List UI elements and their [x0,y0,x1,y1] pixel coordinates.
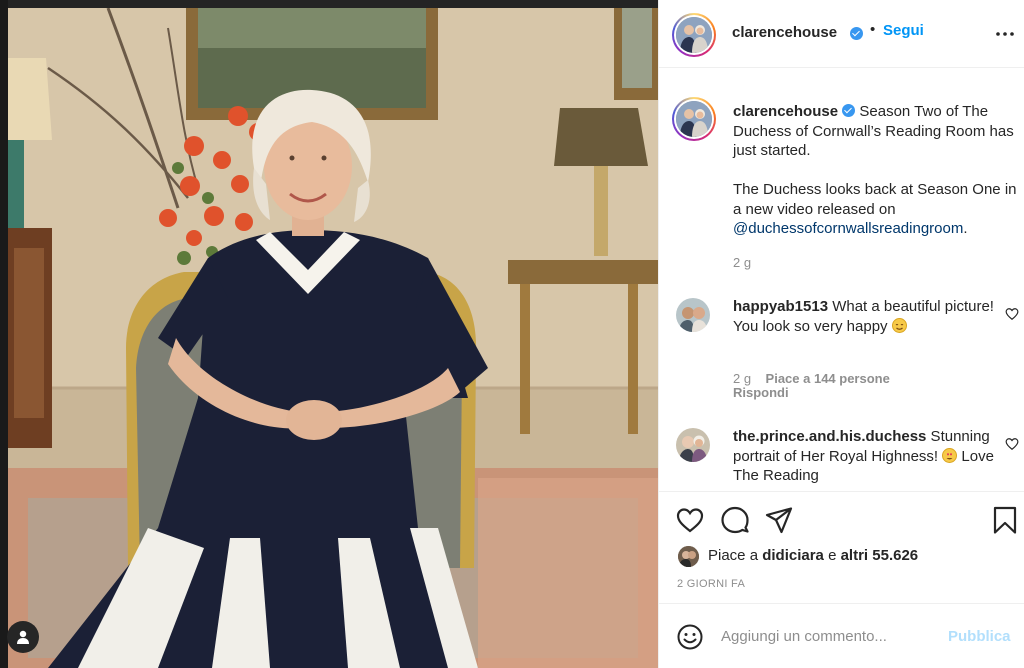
actions-divider [659,491,1024,492]
comment-time: 2 g [733,371,752,386]
left-edge [0,0,8,668]
caption-username[interactable]: clarencehouse [733,103,838,120]
verified-badge-icon [842,104,856,117]
blush-emoji-icon [891,317,907,333]
author-username[interactable]: clarencehouse [732,24,837,41]
avatar-photo-icon [676,17,712,53]
publish-button[interactable]: Pubblica [948,628,1011,645]
post-side-panel: clarencehouse • Segui clarencehouse Seas… [659,0,1024,668]
post-timestamp[interactable]: 2 GIORNI FA [677,578,745,590]
avatar-photo-icon [676,298,710,332]
more-horizontal-icon[interactable] [995,26,1015,42]
verified-badge-icon [850,27,863,40]
caption-avatar[interactable] [672,97,716,141]
author-avatar[interactable] [672,13,716,57]
commenter-username[interactable]: the.prince.and.his.duchess [733,428,926,445]
commenter-avatar[interactable] [676,298,710,332]
comment-likes-count[interactable]: Piace a 144 persone [766,371,890,386]
likes-prefix: Piace a [708,547,763,564]
comment-meta: 2 g Piace a 144 persone [733,371,890,386]
comment-text: happyab1513 What a beautiful picture! Yo… [733,297,1018,336]
likes-text: Piace a didiciara e altri 55.626 [708,547,918,564]
like-comment-heart-icon[interactable] [1005,437,1019,451]
send-icon[interactable] [764,505,794,535]
caption-text-end: . [963,220,968,237]
comment-input[interactable] [721,624,941,648]
separator-dot: • [870,21,876,38]
follow-button[interactable]: Segui [883,22,924,39]
avatar-photo-icon [676,428,710,462]
post-photo[interactable] [8,8,658,668]
bookmark-icon[interactable] [990,505,1020,535]
commenter-username[interactable]: happyab1513 [733,298,828,315]
emoji-picker-icon[interactable] [676,623,704,651]
tagged-users-button[interactable] [7,621,39,653]
likes-connector: e [823,547,841,564]
comment-icon[interactable] [720,505,750,535]
comments-list[interactable]: clarencehouse Season Two of The Duchess … [659,88,1024,488]
caption-text: clarencehouse Season Two of The Duchess … [733,102,1018,239]
top-edge [0,0,658,8]
avatar-photo-icon [678,546,699,567]
comment-text: the.prince.and.his.duchess Stunning port… [733,427,1018,486]
add-comment-bar: Pubblica [659,603,1024,668]
reply-button[interactable]: Rispondi [733,385,789,400]
caption-mention-link[interactable]: @duchessofcornwallsreadingroom [733,220,963,237]
heart-icon[interactable] [675,505,705,535]
user-icon [17,630,29,644]
portrait-illustration [8,8,658,668]
post-header: clarencehouse • Segui [659,0,1024,68]
like-comment-heart-icon[interactable] [1005,307,1019,321]
liker-username[interactable]: didiciara [762,547,824,564]
caption-text-part2: The Duchess looks back at Season One in … [733,181,1017,218]
likes-others-count[interactable]: altri 55.626 [841,547,919,564]
liker-avatar[interactable] [678,546,699,567]
caption-time: 2 g [733,255,752,270]
heart-eyes-emoji-icon [942,447,958,463]
commenter-avatar[interactable] [676,428,710,462]
avatar-photo-icon [676,101,712,137]
